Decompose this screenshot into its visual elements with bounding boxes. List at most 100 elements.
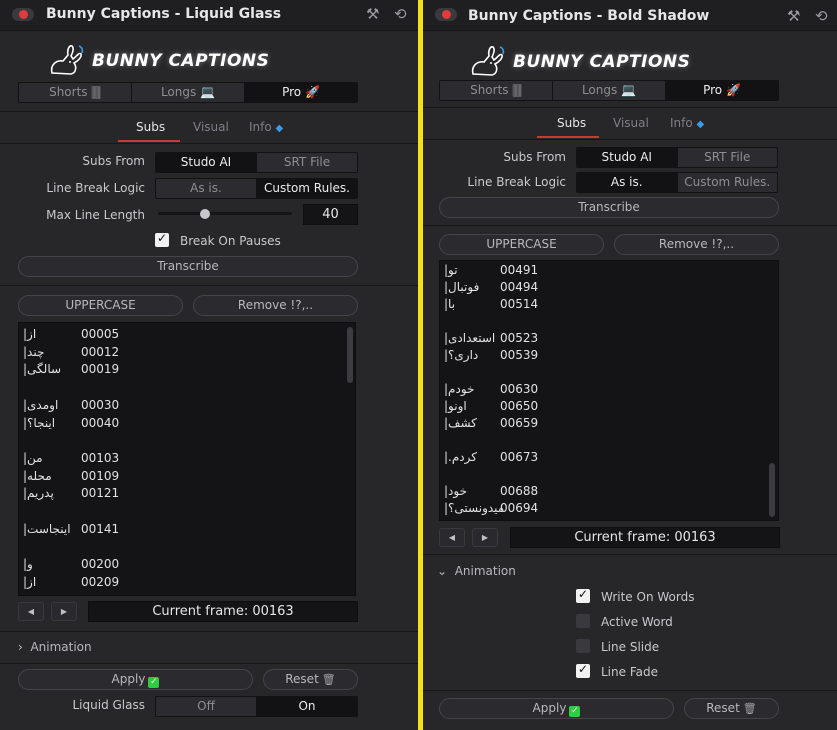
subtitle-row[interactable]: استعدادی| 00523 [440, 331, 760, 348]
mode-shorts[interactable]: Shorts 🀫 [440, 81, 553, 100]
record-toggle[interactable] [435, 8, 457, 21]
slider-handle[interactable] [199, 209, 210, 219]
subtitle-frame: 00200 [81, 557, 120, 572]
uppercase-button[interactable]: UPPERCASE [439, 234, 604, 255]
magic-wand-icon[interactable]: ⚒ [366, 5, 379, 23]
next-frame-button[interactable]: ▶ [51, 602, 77, 621]
subtitle-row[interactable]: داری؟| 00539 [440, 348, 760, 365]
subtitle-row[interactable]: میدونستی؟| 00694 [440, 501, 760, 518]
subs-from-label: Subs From [503, 150, 566, 164]
uppercase-button[interactable]: UPPERCASE [18, 295, 183, 316]
break-on-pauses-checkbox[interactable] [155, 231, 169, 247]
subtitle-word: پدریم| [23, 486, 54, 501]
subtitle-word: از| [23, 574, 37, 589]
subs-from-srt-file[interactable]: SRT File [678, 148, 778, 167]
subtitle-row[interactable]: از| 00005 [19, 327, 339, 344]
subtitle-row[interactable]: اینجا؟| 00040 [19, 416, 339, 433]
tab-visual[interactable]: Visual [613, 116, 649, 130]
subtitle-row[interactable]: خود| 00688 [440, 484, 760, 501]
logo-text: BUNNY CAPTIONS [513, 52, 691, 72]
panel-bold-shadow: Bunny Captions - Bold Shadow ⚒ ⟲ BUNNY C… [423, 0, 837, 730]
subs-from-studo-ai[interactable]: Studo AI [577, 148, 678, 167]
subtitle-row[interactable]: از| 00209 [19, 575, 339, 592]
line-break-custom-rules[interactable]: Custom Rules. [678, 173, 778, 192]
animation-option-checkbox[interactable] [576, 662, 590, 678]
subtitle-row[interactable]: خودم| 00630 [440, 382, 760, 399]
tab-subs[interactable]: Subs [136, 120, 165, 134]
subtitle-frame: 00030 [81, 397, 120, 412]
liquid-glass-on[interactable]: On [257, 697, 357, 716]
subtitle-row[interactable]: من| 00103 [19, 451, 339, 468]
animation-option-checkbox[interactable] [576, 639, 590, 653]
animation-option-checkbox[interactable] [576, 614, 590, 628]
subtitle-row[interactable]: کشف| 00659 [440, 416, 760, 433]
subtitle-row[interactable]: تو| 00491 [440, 263, 760, 280]
subtitle-row[interactable]: سالگی| 00019 [19, 362, 339, 379]
chevron-down-icon: ⌄ [437, 564, 448, 578]
mode-pro[interactable]: Pro 🚀 [666, 81, 778, 100]
rocket-icon: 🚀 [725, 83, 741, 97]
line-break-as-is[interactable]: As is. [156, 179, 257, 198]
next-frame-button[interactable]: ▶ [472, 528, 498, 547]
subtitle-word: میدونستی؟| [444, 501, 505, 515]
history-icon[interactable]: ⟲ [815, 7, 828, 25]
subtitle-row[interactable]: و| 00200 [19, 557, 339, 574]
subs-from-studo-ai[interactable]: Studo AI [156, 153, 257, 172]
tab-visual[interactable]: Visual [193, 120, 229, 134]
subtitle-row[interactable]: اومدی| 00030 [19, 398, 339, 415]
transcribe-button[interactable]: Transcribe [18, 256, 358, 277]
subtitle-list[interactable]: تو| 00491 فوتبال| 00494 با| 00514 استعدادی| 005… [439, 260, 779, 521]
line-break-as-is[interactable]: As is. [577, 173, 678, 192]
animation-section-header[interactable]: › Animation [18, 640, 92, 654]
mode-longs[interactable]: Longs 💻 [553, 81, 666, 100]
remove-punctuation-button[interactable]: Remove !?,.. [193, 295, 358, 316]
subs-from-srt-file[interactable]: SRT File [257, 153, 357, 172]
animation-section-header[interactable]: ⌄ Animation [437, 564, 516, 578]
animation-option-label: Line Slide [601, 640, 660, 654]
prev-frame-button[interactable]: ◀ [18, 602, 44, 621]
tab-info[interactable]: Info ◆ [249, 120, 283, 134]
reset-button[interactable]: Reset 🗑 [684, 698, 779, 719]
apply-button[interactable]: Apply ✓ [439, 698, 674, 719]
subtitle-row[interactable]: کردم.| 00673 [440, 450, 760, 467]
scrollbar-thumb[interactable] [347, 327, 353, 383]
subtitle-row[interactable]: چند| 00012 [19, 345, 339, 362]
reset-button[interactable]: Reset 🗑 [263, 669, 358, 690]
subtitle-list[interactable]: از| 00005 چند| 00012 سالگی| 00019 اومدی| 00030 ا… [18, 322, 356, 596]
apply-button[interactable]: Apply ✓ [18, 669, 253, 690]
subtitle-row[interactable]: با| 00514 [440, 297, 760, 314]
mode-shorts[interactable]: Shorts 🀫 [19, 83, 132, 102]
subtitle-word: اونو| [444, 399, 467, 413]
subtitle-row[interactable]: فوتبال| 00494 [440, 280, 760, 297]
liquid-glass-off[interactable]: Off [156, 697, 257, 716]
tab-subs[interactable]: Subs [557, 116, 586, 130]
subtitle-word: از| [23, 327, 37, 341]
subtitle-row[interactable]: اینجاست| 00141 [19, 522, 339, 539]
subtitle-word: تو| [444, 263, 458, 277]
record-toggle[interactable] [12, 8, 34, 21]
subtitle-word: کشف| [444, 416, 477, 430]
subtitle-word: من| [23, 450, 43, 465]
subtitle-frame: 00012 [81, 344, 120, 359]
prev-frame-button[interactable]: ◀ [439, 528, 465, 547]
remove-punctuation-button[interactable]: Remove !?,.. [614, 234, 779, 255]
transcribe-button[interactable]: Transcribe [439, 197, 779, 218]
line-break-custom-rules[interactable]: Custom Rules. [257, 179, 357, 198]
tab-info[interactable]: Info ◆ [670, 116, 704, 130]
animation-option-checkbox[interactable] [576, 587, 590, 603]
subtitle-row[interactable]: اونو| 00650 [440, 399, 760, 416]
max-line-length-slider[interactable] [158, 212, 292, 215]
mode-selector: Shorts 🀫 Longs 💻 Pro 🚀 [18, 82, 358, 103]
max-line-length-input[interactable]: 40 [303, 204, 358, 225]
subtitle-word: داری؟| [444, 348, 479, 362]
subtitle-frame: 00650 [500, 399, 539, 413]
scrollbar-thumb[interactable] [769, 463, 775, 517]
mode-longs[interactable]: Longs 💻 [132, 83, 245, 102]
subtitle-row[interactable]: محله| 00109 [19, 469, 339, 486]
bunny-logo-icon [50, 45, 84, 75]
subtitle-frame: 00040 [81, 415, 120, 430]
subtitle-row[interactable]: پدریم| 00121 [19, 486, 339, 503]
mode-pro[interactable]: Pro 🚀 [245, 83, 357, 102]
history-icon[interactable]: ⟲ [394, 5, 407, 23]
magic-wand-icon[interactable]: ⚒ [787, 7, 800, 25]
